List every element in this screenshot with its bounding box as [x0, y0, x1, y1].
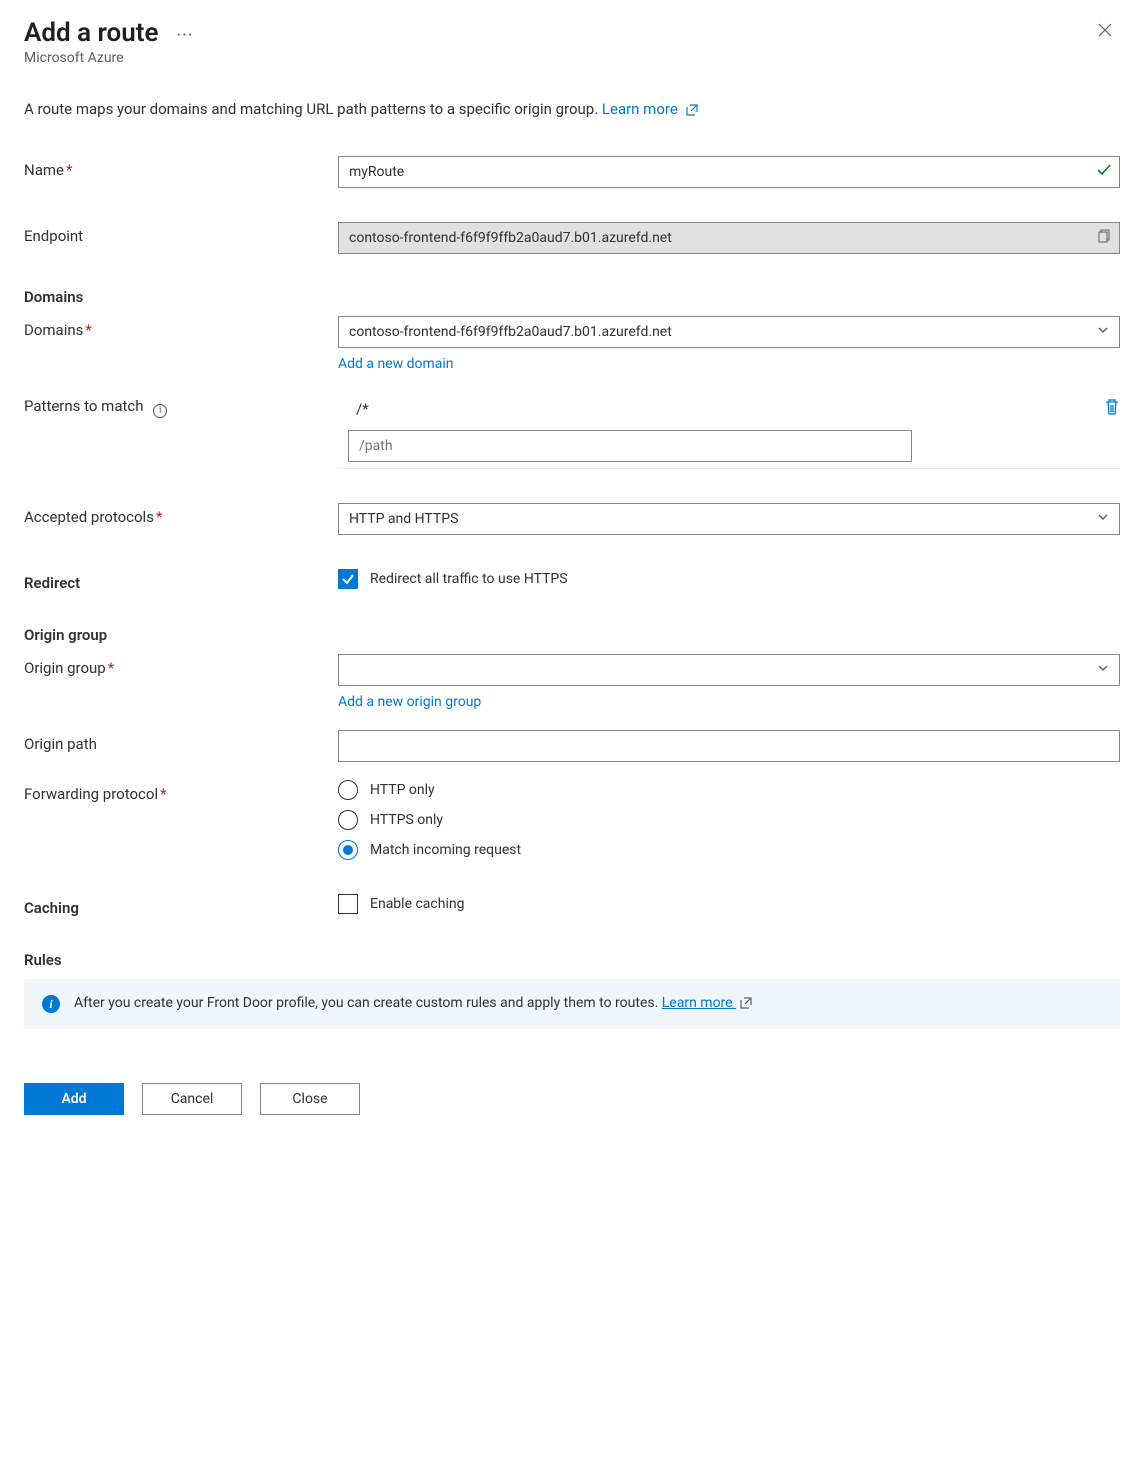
page-title: Add a route — [24, 18, 158, 48]
caching-checkbox-label: Enable caching — [370, 896, 464, 912]
more-icon[interactable]: ··· — [176, 25, 193, 46]
radio-icon — [338, 840, 358, 860]
learn-more-link[interactable]: Learn more — [602, 100, 698, 118]
fwd-radio-http[interactable]: HTTP only — [338, 780, 1120, 800]
required-icon: * — [108, 659, 114, 677]
origin-group-select[interactable] — [338, 654, 1120, 686]
caching-checkbox[interactable] — [338, 894, 358, 914]
name-label: Name — [24, 161, 64, 179]
required-icon: * — [66, 161, 72, 179]
domains-select[interactable]: contoso-frontend-f6f9f9ffb2a0aud7.b01.az… — [338, 316, 1120, 348]
external-link-icon — [686, 102, 698, 120]
endpoint-label: Endpoint — [24, 227, 83, 245]
required-icon: * — [160, 785, 166, 803]
protocols-value: HTTP and HTTPS — [349, 511, 458, 527]
chevron-down-icon — [1097, 662, 1109, 678]
domains-selected-value: contoso-frontend-f6f9f9ffb2a0aud7.b01.az… — [349, 324, 672, 340]
origin-path-label: Origin path — [24, 735, 97, 753]
redirect-section-heading: Redirect — [24, 574, 80, 592]
add-origin-group-link[interactable]: Add a new origin group — [338, 694, 481, 710]
caching-section-heading: Caching — [24, 899, 79, 917]
fwd-radio-label: Match incoming request — [370, 842, 521, 858]
page-subtitle: Microsoft Azure — [24, 50, 194, 66]
redirect-checkbox[interactable] — [338, 569, 358, 589]
intro-copy: A route maps your domains and matching U… — [24, 100, 602, 118]
protocols-label: Accepted protocols — [24, 508, 154, 526]
add-button[interactable]: Add — [24, 1083, 124, 1115]
chevron-down-icon — [1097, 511, 1109, 527]
close-button[interactable]: Close — [260, 1083, 360, 1115]
cancel-button[interactable]: Cancel — [142, 1083, 242, 1115]
copy-icon[interactable] — [1098, 229, 1112, 247]
radio-icon — [338, 810, 358, 830]
required-icon: * — [156, 508, 162, 526]
fwd-radio-label: HTTP only — [370, 782, 435, 798]
fwd-radio-match[interactable]: Match incoming request — [338, 840, 1120, 860]
info-icon: i — [42, 995, 60, 1013]
domains-section-heading: Domains — [24, 288, 1120, 306]
redirect-checkbox-label: Redirect all traffic to use HTTPS — [370, 571, 568, 587]
rules-section-heading: Rules — [24, 951, 1120, 969]
patterns-label: Patterns to match — [24, 397, 144, 415]
rules-info-bar: i After you create your Front Door profi… — [24, 979, 1120, 1029]
protocols-select[interactable]: HTTP and HTTPS — [338, 503, 1120, 535]
pattern-input[interactable] — [348, 430, 912, 462]
fwd-radio-label: HTTPS only — [370, 812, 443, 828]
close-icon[interactable] — [1090, 18, 1120, 44]
delete-icon[interactable] — [1104, 398, 1120, 420]
external-link-icon — [740, 997, 752, 1013]
info-icon[interactable]: i — [153, 404, 167, 418]
forwarding-label: Forwarding protocol — [24, 785, 158, 803]
rules-learn-more-link[interactable]: Learn more — [662, 995, 752, 1011]
name-input[interactable] — [338, 156, 1120, 188]
origin-path-input[interactable] — [338, 730, 1120, 762]
pattern-value: /* — [348, 400, 1094, 418]
origin-section-heading: Origin group — [24, 626, 1120, 644]
intro-text: A route maps your domains and matching U… — [24, 100, 1120, 120]
domains-label: Domains — [24, 321, 83, 339]
chevron-down-icon — [1097, 324, 1109, 340]
check-icon — [1096, 162, 1112, 182]
radio-icon — [338, 780, 358, 800]
origin-group-label: Origin group — [24, 659, 106, 677]
required-icon: * — [85, 321, 91, 339]
add-domain-link[interactable]: Add a new domain — [338, 356, 454, 372]
rules-info-text: After you create your Front Door profile… — [74, 995, 662, 1011]
endpoint-field — [338, 222, 1120, 254]
fwd-radio-https[interactable]: HTTPS only — [338, 810, 1120, 830]
pattern-row: /* — [338, 392, 1120, 430]
